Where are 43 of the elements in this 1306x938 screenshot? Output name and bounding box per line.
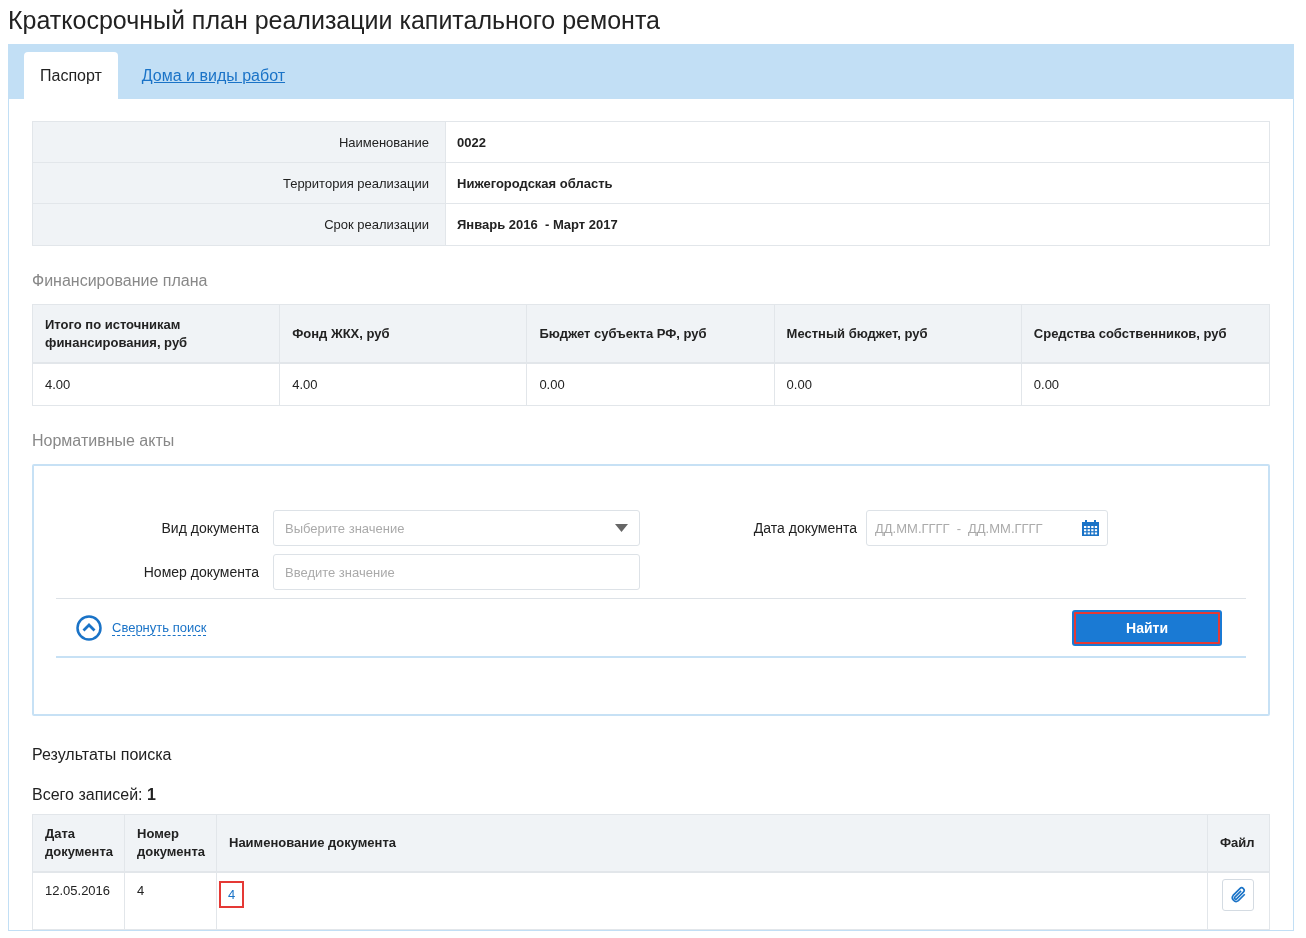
- field-label: Номер документа: [142, 564, 260, 580]
- collapse-icon[interactable]: [76, 614, 102, 641]
- calendar-icon[interactable]: [1082, 520, 1099, 536]
- search-button[interactable]: Найти: [1072, 609, 1222, 646]
- tab[interactable]: Паспорт: [24, 52, 118, 99]
- table-cell-text: 0.00: [1032, 376, 1061, 394]
- select-field[interactable]: Выберите значение: [273, 510, 640, 546]
- column-header: Итого по источникам финансирования, руб: [33, 305, 281, 364]
- column-header: Дата документа: [33, 815, 125, 873]
- column-header: Бюджет субъекта РФ, руб: [527, 305, 775, 364]
- table-cell: 0.00: [527, 364, 775, 405]
- field-value: Январь 2016 - Март 2017: [456, 216, 619, 234]
- attachment-button[interactable]: [1222, 879, 1254, 911]
- column-header: Средства собственников, руб: [1021, 305, 1269, 364]
- column-header: Наименование документа: [217, 815, 1208, 873]
- paperclip-icon: [1229, 885, 1247, 905]
- dropdown-arrow-icon: [615, 524, 628, 532]
- date-range-field[interactable]: ДД.ММ.ГГГГ - ДД.ММ.ГГГГ: [866, 510, 1108, 546]
- field-value: 0022: [446, 122, 1269, 163]
- column-header: Местный бюджет, руб: [774, 305, 1022, 364]
- table-cell: 4.00: [280, 364, 528, 405]
- field-label: Дата документа: [752, 520, 857, 536]
- tab[interactable]: Дома и виды работ: [125, 52, 302, 99]
- field-label: Территория реализации: [33, 163, 446, 204]
- collapse-search-link[interactable]: Свернуть поиск: [112, 619, 207, 636]
- field-label: Вид документа: [160, 520, 260, 536]
- field-value: Нижегородская область: [446, 163, 1269, 204]
- column-header: Фонд ЖКХ, руб: [280, 305, 528, 364]
- table-cell: 12.05.2016: [33, 873, 125, 929]
- total-count: Всего записей: 1: [32, 786, 157, 804]
- column-header: Номер документа: [125, 815, 217, 873]
- table-cell: 4: [125, 873, 217, 929]
- field-label: Срок реализации: [33, 204, 446, 245]
- page-title: Краткосрочный план реализации капитального ремонта: [7, 5, 661, 36]
- input-field[interactable]: Введите значение: [273, 554, 640, 590]
- section-title: Результаты поиска: [32, 746, 173, 764]
- column-header: Файл: [1208, 815, 1269, 873]
- table-cell: 0.00: [774, 364, 1022, 405]
- table-cell: 4.00: [33, 364, 281, 405]
- document-link[interactable]: 4: [221, 883, 243, 906]
- section-title: Нормативные акты: [32, 432, 176, 450]
- section-title: Финансирование плана: [32, 272, 209, 290]
- field-label: Наименование: [33, 122, 446, 163]
